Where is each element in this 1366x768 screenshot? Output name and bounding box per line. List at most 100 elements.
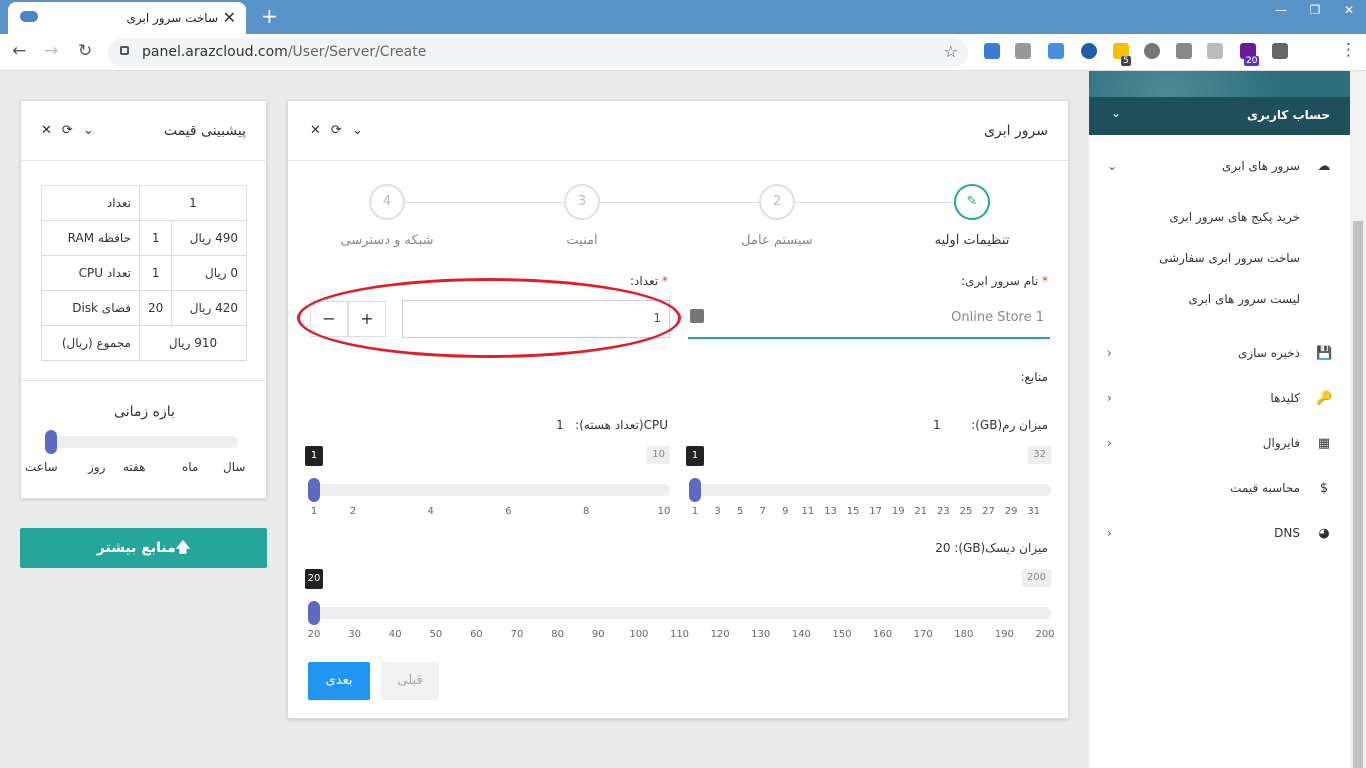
- account-menu[interactable]: حساب کاربری ⌄: [1089, 97, 1350, 135]
- disk-slider-tick-label: 60: [470, 629, 483, 640]
- sidebar-item-keys[interactable]: 🔑 کلیدها ›: [1089, 377, 1350, 421]
- sidebar-subitem-custom-server[interactable]: ساخت سرور ابری سفارشی: [1159, 251, 1300, 265]
- cpu-slider-tick-label: 1: [310, 506, 318, 517]
- divider: [21, 380, 266, 381]
- account-label: حساب کاربری: [1247, 108, 1330, 122]
- address-bar[interactable]: panel.arazcloud.com/User/Server/Create ☆: [108, 38, 968, 67]
- disk-slider-tick-label: 120: [710, 629, 730, 640]
- disk-slider-handle[interactable]: [308, 601, 320, 625]
- cpu-slider-tick-label: 6: [505, 506, 512, 517]
- server-name-value: Online Store 1: [951, 310, 1044, 325]
- cpu-value: 1: [556, 418, 564, 432]
- sidebar-item-storage[interactable]: 💾 ذخیره سازی ›: [1089, 332, 1350, 376]
- period-label-month[interactable]: ماه: [182, 460, 198, 474]
- table-row: فضای Disk 20 420 ریال: [41, 290, 247, 326]
- browser-tab[interactable]: ساخت سرور ابری ✕: [8, 2, 246, 34]
- close-icon[interactable]: ✕: [310, 123, 321, 138]
- sidebar-subitem-buy-packages[interactable]: خرید پکیج های سرور ابری: [1169, 210, 1300, 224]
- scrollbar-thumb[interactable]: [1353, 221, 1363, 768]
- ram-slider-handle[interactable]: [689, 478, 701, 502]
- period-label-day[interactable]: روز: [88, 460, 105, 474]
- disk-slider-tick-label: 150: [832, 629, 852, 640]
- cloud-server-card: سرور ابری ✕ ⟳ ⌄ ✎ 2 3 4 تنظیمات اولیه سی…: [287, 100, 1069, 719]
- price-card-title: پیشبینی قیمت: [163, 123, 246, 139]
- row-qty: 1: [138, 255, 173, 291]
- ram-slider-tick-label: 9: [782, 506, 789, 517]
- maximize-button[interactable]: ❐: [1298, 0, 1332, 22]
- disk-slider-max-label: 200: [1021, 569, 1051, 587]
- close-window-button[interactable]: ✕: [1332, 0, 1366, 22]
- price-table: تعداد 1 حافظه RAM 1 490 ریال تعداد CPU 1…: [41, 185, 247, 361]
- extension-icon[interactable]: [1081, 43, 1097, 59]
- refresh-icon[interactable]: ⟳: [62, 123, 73, 138]
- browser-menu-icon[interactable]: ⋮: [1340, 40, 1357, 60]
- ram-slider-tick-label: 7: [759, 506, 766, 517]
- ram-slider-tick-label: 5: [736, 506, 744, 517]
- step-1[interactable]: ✎: [954, 184, 990, 220]
- forward-button[interactable]: →: [44, 41, 58, 61]
- next-button[interactable]: بعدی: [308, 662, 370, 700]
- bookmark-star-icon[interactable]: ☆: [944, 42, 958, 61]
- ram-slider[interactable]: 1 32 1 3 5 7 9 11 13 15 17 19 21 23 25 27 29 31: [686, 441, 1051, 531]
- reload-button[interactable]: ↻: [78, 41, 92, 61]
- puzzle-extensions-icon[interactable]: [1272, 43, 1288, 59]
- close-icon[interactable]: ✕: [41, 123, 52, 138]
- period-label-hour[interactable]: ساعت: [25, 460, 58, 474]
- server-name-input[interactable]: Online Store 1: [688, 301, 1050, 339]
- sidebar-item-label: DNS: [1274, 526, 1300, 540]
- chevron-down-icon[interactable]: ⌄: [83, 123, 94, 138]
- disk-slider-tick-label: 100: [629, 629, 649, 640]
- price-estimate-card: پیشبینی قیمت ✕ ⟳ ⌄ تعداد 1 حافظه RAM 1 4…: [20, 100, 267, 499]
- highlight-ellipse: [297, 278, 681, 358]
- back-button[interactable]: ←: [12, 41, 26, 61]
- drive-extension-icon[interactable]: [1176, 43, 1192, 59]
- minimize-button[interactable]: —: [1264, 0, 1298, 22]
- sidebar-subitem-server-list[interactable]: لیست سرور های ابری: [1188, 292, 1300, 306]
- sidebar-item-label: کلیدها: [1270, 391, 1300, 405]
- server-name-label: * نام سرور ابری:: [961, 274, 1048, 288]
- sidebar-item-label: سرور های ابری: [1222, 159, 1300, 173]
- extension-icon[interactable]: [1207, 43, 1223, 59]
- ram-slider-tick-label: 23: [937, 506, 950, 517]
- url-host: panel.arazcloud.com: [142, 44, 288, 60]
- sidebar-item-firewall[interactable]: ▦ فایروال ›: [1089, 422, 1350, 466]
- row-total: 910 ریال: [139, 325, 247, 361]
- extension-icon[interactable]: [1048, 43, 1064, 59]
- step-3[interactable]: 3: [564, 184, 600, 220]
- ram-value: 1: [933, 418, 941, 432]
- step-3-label: امنیت: [566, 233, 598, 248]
- refresh-icon[interactable]: ⟳: [331, 123, 342, 138]
- price-card-header: پیشبینی قیمت ✕ ⟳ ⌄: [21, 101, 266, 161]
- autofill-icon: [690, 309, 704, 323]
- sidebar-item-dns[interactable]: ◕ DNS ›: [1089, 512, 1350, 556]
- globe-extension-icon[interactable]: [1144, 43, 1160, 59]
- ram-slider-track[interactable]: [689, 484, 1051, 496]
- sidebar-item-price-calculator[interactable]: $ محاسبه قیمت: [1089, 467, 1350, 511]
- firewall-icon: ▦: [1317, 436, 1331, 451]
- sidebar-item-cloud-servers[interactable]: ☁ سرور های ابری ⌄: [1089, 145, 1350, 189]
- price-tag-icon: $: [1319, 481, 1329, 496]
- cpu-slider-handle[interactable]: [308, 478, 320, 502]
- more-resources-button[interactable]: منابع بیشتر🡅: [20, 528, 267, 568]
- disk-slider[interactable]: 20 200 20 30 40 50 60 70 80 90 100 110 120 130 140 150 1…: [305, 564, 1055, 654]
- disk-slider-track[interactable]: [308, 607, 1051, 619]
- period-label-week[interactable]: هفته: [123, 460, 145, 474]
- disk-slider-tick-label: 80: [551, 629, 565, 640]
- period-slider-handle[interactable]: [45, 430, 57, 454]
- prev-button[interactable]: قبلی: [381, 662, 439, 700]
- scrollbar[interactable]: [1350, 71, 1366, 768]
- step-4[interactable]: 4: [369, 184, 405, 220]
- period-slider-track[interactable]: [51, 436, 238, 448]
- disk-slider-tick-label: 170: [913, 629, 933, 640]
- new-tab-button[interactable]: +: [261, 4, 278, 28]
- period-label-year[interactable]: سال: [223, 460, 245, 474]
- step-2[interactable]: 2: [759, 184, 795, 220]
- camera-extension-icon[interactable]: [1015, 43, 1031, 59]
- cpu-slider-track[interactable]: [308, 484, 670, 496]
- chevron-down-icon[interactable]: ⌄: [352, 123, 363, 138]
- cpu-slider[interactable]: 1 10 1 2 4 6 8 10: [305, 441, 670, 531]
- extension-icon[interactable]: [984, 43, 1000, 59]
- table-row: حافظه RAM 1 490 ریال: [41, 220, 247, 256]
- tab-close-icon[interactable]: ✕: [223, 8, 236, 27]
- extension-badge: 5: [1121, 56, 1131, 66]
